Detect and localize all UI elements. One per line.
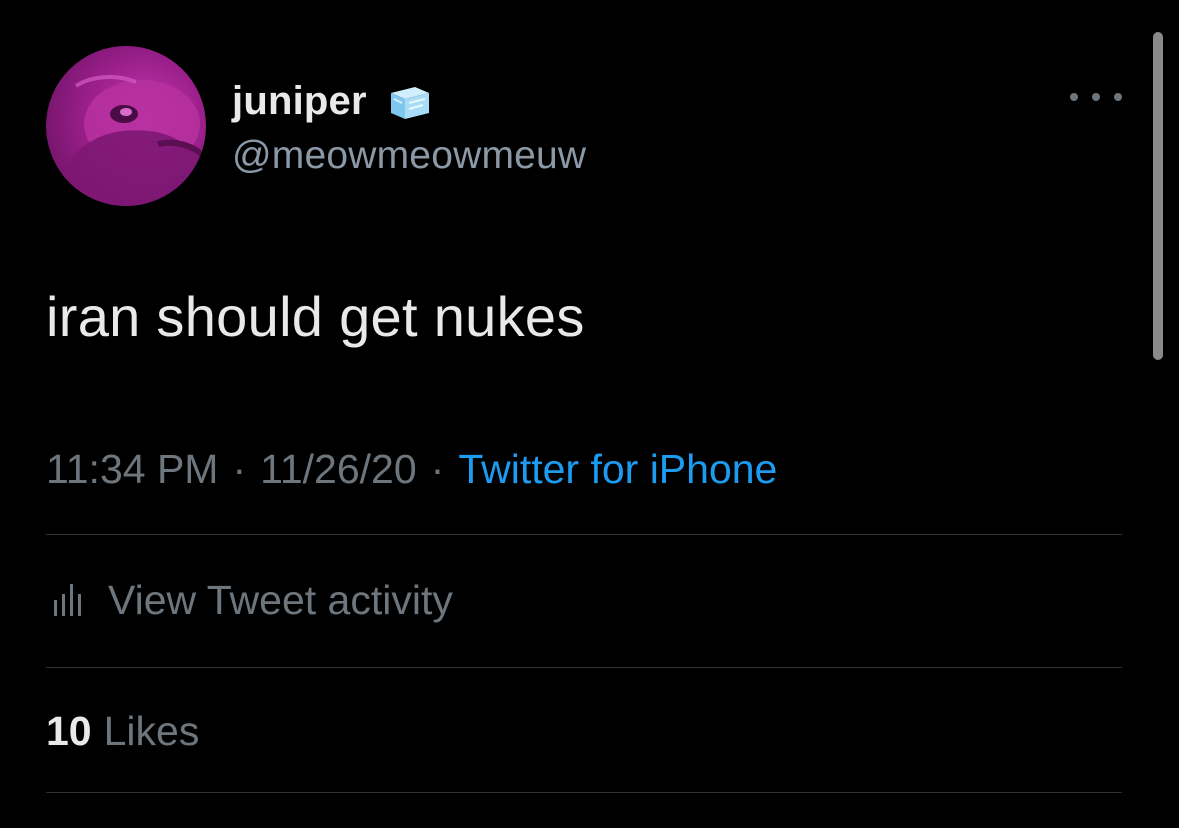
more-options-icon: [1092, 93, 1100, 101]
avatar[interactable]: [46, 46, 206, 206]
tweet-source-link[interactable]: Twitter for iPhone: [458, 446, 777, 493]
more-options-button[interactable]: [1070, 84, 1122, 110]
divider: [46, 667, 1122, 668]
likes-count: 10: [46, 708, 92, 754]
more-options-icon: [1114, 93, 1122, 101]
likes-label: Likes: [103, 708, 200, 754]
tweet-metadata: 11:34 PM · 11/26/20 · Twitter for iPhone: [46, 446, 777, 493]
divider: [46, 792, 1122, 793]
tweet-detail: juniper @meowmeowmeuw iran should get nu…: [0, 0, 1179, 828]
separator: ·: [430, 446, 445, 492]
tweet-date[interactable]: 11/26/20: [260, 446, 417, 493]
likes-link[interactable]: 10 Likes: [46, 708, 199, 755]
tweet-text: iran should get nukes: [46, 285, 585, 348]
view-tweet-activity-label: View Tweet activity: [108, 576, 453, 623]
view-tweet-activity-button[interactable]: View Tweet activity: [46, 576, 453, 624]
author-name-row[interactable]: juniper: [232, 78, 433, 124]
display-name[interactable]: juniper: [232, 79, 367, 124]
tweet-time[interactable]: 11:34 PM: [46, 446, 218, 493]
more-options-icon: [1070, 93, 1078, 101]
separator: ·: [232, 446, 247, 492]
divider: [46, 534, 1122, 535]
purple-creature-avatar-icon: [46, 75, 206, 206]
handle[interactable]: @meowmeowmeuw: [232, 134, 586, 178]
ice-cube-icon: [385, 81, 433, 121]
scrollbar[interactable]: [1153, 32, 1163, 360]
bar-chart-icon: [46, 580, 86, 620]
